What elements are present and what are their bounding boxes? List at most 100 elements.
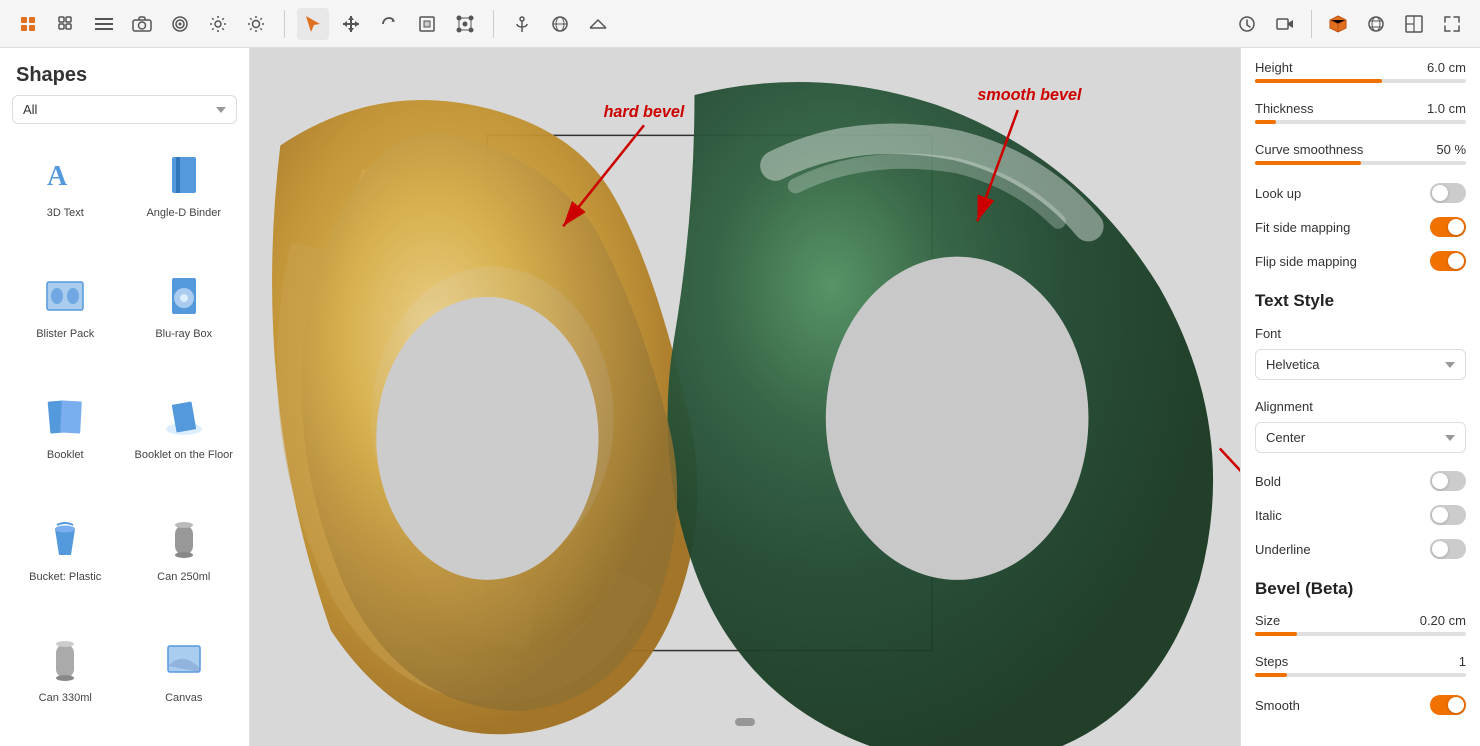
- size-section: Size 0.20 cm: [1255, 613, 1466, 644]
- viewport-canvas: hard bevel smooth bevel: [250, 48, 1240, 746]
- move-button[interactable]: [335, 8, 367, 40]
- flip-side-mapping-toggle[interactable]: [1430, 251, 1466, 271]
- shape-icon-3d-text: A: [40, 150, 90, 200]
- fit-side-mapping-row: Fit side mapping: [1255, 217, 1466, 237]
- target-button[interactable]: [164, 8, 196, 40]
- toolbar-right-group: [506, 8, 614, 40]
- shape-label-3d-text: 3D Text: [47, 206, 84, 220]
- layout-button[interactable]: [1398, 8, 1430, 40]
- thickness-slider[interactable]: [1255, 120, 1466, 124]
- font-label: Font: [1255, 326, 1281, 341]
- page-badge: hard bevel: [735, 718, 755, 726]
- curve-smoothness-slider[interactable]: [1255, 161, 1466, 165]
- shape-icon-canvas: [159, 635, 209, 685]
- viewport[interactable]: hard bevel smooth bevel hard bevel: [250, 48, 1240, 746]
- sidebar-title: Shapes: [0, 48, 249, 95]
- shape-item-canvas[interactable]: Canvas: [127, 625, 242, 742]
- scale-button[interactable]: [411, 8, 443, 40]
- steps-value: 1: [1459, 654, 1466, 669]
- bold-row: Bold: [1255, 471, 1466, 491]
- cursor-button[interactable]: [297, 8, 329, 40]
- sidebar-filter[interactable]: All: [0, 95, 249, 136]
- shape-label-can-250ml: Can 250ml: [157, 570, 210, 584]
- text-style-heading: Text Style: [1255, 291, 1466, 311]
- divider-1: [284, 10, 285, 38]
- height-value: 6.0 cm: [1427, 60, 1466, 75]
- steps-section: Steps 1: [1255, 654, 1466, 685]
- curve-smoothness-fill: [1255, 161, 1361, 165]
- divider-2: [493, 10, 494, 38]
- rotate-button[interactable]: [373, 8, 405, 40]
- shape-label-blu-ray-box: Blu-ray Box: [155, 327, 212, 341]
- shape-label-blister-pack: Blister Pack: [36, 327, 94, 341]
- shape-label-canvas: Canvas: [165, 691, 202, 705]
- bold-knob: [1432, 473, 1448, 489]
- fit-side-mapping-label: Fit side mapping: [1255, 220, 1350, 235]
- camera-button[interactable]: [126, 8, 158, 40]
- shape-item-angle-d-binder[interactable]: Angle-D Binder: [127, 140, 242, 257]
- fit-side-mapping-knob: [1448, 219, 1464, 235]
- underline-knob: [1432, 541, 1448, 557]
- add-button[interactable]: [12, 8, 44, 40]
- height-slider[interactable]: [1255, 79, 1466, 83]
- shape-icon-blister-pack: [40, 271, 90, 321]
- sun-button[interactable]: [240, 8, 272, 40]
- shape-icon-angle-d-binder: [159, 150, 209, 200]
- steps-slider[interactable]: [1255, 673, 1466, 677]
- smooth-row: Smooth: [1255, 695, 1466, 715]
- height-track: [1255, 79, 1466, 83]
- curve-smoothness-value: 50 %: [1436, 142, 1466, 157]
- look-up-knob: [1432, 185, 1448, 201]
- menu-button[interactable]: [88, 8, 120, 40]
- cube-button[interactable]: [1322, 8, 1354, 40]
- record-button[interactable]: [1269, 8, 1301, 40]
- toolbar-far-right: [1231, 8, 1468, 40]
- bevel-heading: Bevel (Beta): [1255, 579, 1466, 599]
- divider-3: [1311, 10, 1312, 38]
- size-slider[interactable]: [1255, 632, 1466, 636]
- shape-item-blu-ray-box[interactable]: Blu-ray Box: [127, 261, 242, 378]
- flip-side-mapping-label: Flip side mapping: [1255, 254, 1357, 269]
- anchor-button[interactable]: [506, 8, 538, 40]
- bold-toggle[interactable]: [1430, 471, 1466, 491]
- size-row: Size 0.20 cm: [1255, 613, 1466, 628]
- height-label: Height: [1255, 60, 1293, 75]
- bold-label: Bold: [1255, 474, 1281, 489]
- shape-item-blister-pack[interactable]: Blister Pack: [8, 261, 123, 378]
- size-track: [1255, 632, 1466, 636]
- globe-button[interactable]: [1360, 8, 1392, 40]
- shape-item-bucket-plastic[interactable]: Bucket: Plastic: [8, 504, 123, 621]
- time-button[interactable]: [1231, 8, 1263, 40]
- shape-label-angle-d-binder: Angle-D Binder: [146, 206, 221, 220]
- filter-select[interactable]: All: [12, 95, 237, 124]
- nodes-button[interactable]: [449, 8, 481, 40]
- sphere-button[interactable]: [544, 8, 576, 40]
- underline-toggle[interactable]: [1430, 539, 1466, 559]
- thickness-fill: [1255, 120, 1276, 124]
- flip-side-mapping-knob: [1448, 253, 1464, 269]
- fit-side-mapping-toggle[interactable]: [1430, 217, 1466, 237]
- flip-side-mapping-row: Flip side mapping: [1255, 251, 1466, 271]
- grid-button[interactable]: [50, 8, 82, 40]
- height-section: Height 6.0 cm: [1255, 60, 1466, 91]
- plane-button[interactable]: [582, 8, 614, 40]
- shape-label-can-330ml: Can 330ml: [39, 691, 92, 705]
- svg-text:A: A: [47, 161, 68, 192]
- shape-item-booklet[interactable]: Booklet: [8, 382, 123, 499]
- shape-item-booklet-floor[interactable]: Booklet on the Floor: [127, 382, 242, 499]
- look-up-toggle[interactable]: [1430, 183, 1466, 203]
- shape-item-3d-text[interactable]: A 3D Text: [8, 140, 123, 257]
- shape-item-can-250ml[interactable]: Can 250ml: [127, 504, 242, 621]
- size-value: 0.20 cm: [1420, 613, 1466, 628]
- shape-item-can-330ml[interactable]: Can 330ml: [8, 625, 123, 742]
- font-select[interactable]: Helvetica: [1255, 349, 1466, 380]
- fullscreen-button[interactable]: [1436, 8, 1468, 40]
- underline-row: Underline: [1255, 539, 1466, 559]
- smooth-toggle[interactable]: [1430, 695, 1466, 715]
- alignment-select[interactable]: Center: [1255, 422, 1466, 453]
- underline-label: Underline: [1255, 542, 1311, 557]
- settings-button[interactable]: [202, 8, 234, 40]
- italic-toggle[interactable]: [1430, 505, 1466, 525]
- thickness-row: Thickness 1.0 cm: [1255, 101, 1466, 116]
- sidebar: Shapes All A 3D Text Angle-D Binder: [0, 48, 250, 746]
